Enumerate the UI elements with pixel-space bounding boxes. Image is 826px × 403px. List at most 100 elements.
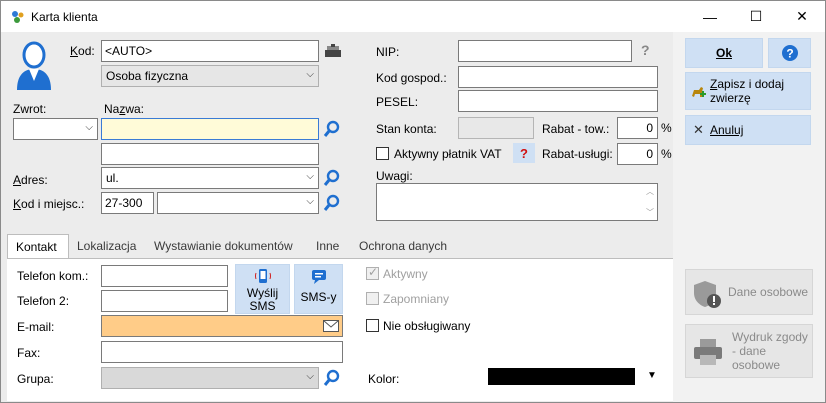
miejscowosc-select[interactable]: ⌵ bbox=[157, 192, 319, 214]
zapomniany-checkbox bbox=[366, 292, 379, 305]
telefon2-label: Telefon 2: bbox=[17, 294, 70, 308]
kod-input[interactable]: <AUTO> bbox=[101, 40, 319, 62]
nazwa-label: Nazwa: bbox=[104, 102, 145, 116]
title-bar: Karta klienta — ☐ ✕ bbox=[1, 1, 825, 32]
maximize-button[interactable]: ☐ bbox=[733, 1, 779, 32]
fax-input[interactable] bbox=[101, 341, 343, 363]
help-icon: ? bbox=[781, 45, 798, 61]
minimize-icon: — bbox=[703, 8, 717, 25]
maximize-icon: ☐ bbox=[749, 8, 763, 24]
kolor-dropdown-arrow-icon[interactable]: ▼ bbox=[647, 370, 657, 381]
client-card-window: Karta klienta — ☐ ✕ Kod: <AUTO> Osoba fi… bbox=[0, 0, 826, 403]
nazwa-line2-input[interactable] bbox=[101, 143, 319, 165]
svg-text:?: ? bbox=[786, 47, 793, 61]
client-type-value: Osoba fizyczna bbox=[106, 69, 189, 83]
search-nazwa-button[interactable] bbox=[321, 118, 343, 140]
close-icon: ✕ bbox=[693, 122, 704, 137]
save-add-animal-button[interactable]: Zapisz i dodaj zwierzę bbox=[685, 72, 811, 110]
search-grupa-button[interactable] bbox=[321, 367, 343, 389]
grupa-label: Grupa: bbox=[17, 372, 54, 386]
send-sms-button[interactable]: Wyślij SMS bbox=[235, 264, 290, 314]
envelope-icon[interactable] bbox=[323, 320, 339, 332]
shield-alert-icon bbox=[694, 281, 721, 308]
sms-list-button[interactable]: SMS-y bbox=[294, 264, 343, 314]
pesel-input[interactable] bbox=[458, 90, 658, 112]
search-icon bbox=[323, 194, 340, 211]
uwagi-label: Uwagi: bbox=[376, 169, 413, 183]
adres-select[interactable]: ul. ⌵ bbox=[101, 167, 319, 189]
client-type-select[interactable]: Osoba fizyczna ⌵ bbox=[101, 65, 319, 87]
vat-label: Aktywny płatnik VAT bbox=[394, 147, 502, 161]
kod-pocztowy-input[interactable]: 27-300 bbox=[101, 192, 154, 214]
dog-add-icon bbox=[692, 87, 706, 97]
kod-gospod-input[interactable] bbox=[458, 66, 658, 88]
email-label: E-mail: bbox=[17, 320, 55, 334]
search-miejsc-button[interactable] bbox=[321, 192, 343, 214]
chevron-down-icon: ⌵ bbox=[85, 122, 93, 133]
tab-lokalizacja[interactable]: Lokalizacja bbox=[69, 234, 144, 259]
kod-label: Kod: bbox=[70, 44, 95, 58]
nieobslugiwany-label: Nie obsługiwany bbox=[383, 319, 471, 333]
chevron-down-icon: ⌵ bbox=[306, 69, 314, 80]
rabat-usl-input[interactable]: 0 bbox=[617, 143, 658, 165]
stan-konta-input bbox=[458, 117, 534, 139]
adres-value: ul. bbox=[106, 171, 119, 185]
scroll-up-icon[interactable]: ︿ bbox=[646, 186, 654, 197]
vat-help-button[interactable]: ? bbox=[513, 143, 535, 163]
send-sms-label: Wyślij SMS bbox=[246, 286, 279, 313]
grupa-select[interactable]: ⌵ bbox=[101, 367, 319, 389]
help-icon: ? bbox=[520, 145, 528, 161]
printer-icon bbox=[694, 339, 722, 365]
nieobslugiwany-checkbox[interactable] bbox=[366, 319, 379, 332]
fax-label: Fax: bbox=[17, 346, 41, 360]
rabat-tow-input[interactable]: 0 bbox=[617, 117, 658, 139]
search-icon bbox=[323, 120, 340, 137]
zwrot-label: Zwrot: bbox=[13, 102, 47, 116]
tab-ochrona-danych[interactable]: Ochrona danych bbox=[351, 234, 455, 259]
help-button[interactable]: ? bbox=[768, 38, 811, 68]
close-button[interactable]: ✕ bbox=[779, 1, 825, 32]
tab-wystawianie-dokumentow[interactable]: Wystawianie dokumentów bbox=[146, 234, 301, 259]
telefon2-input[interactable] bbox=[101, 290, 228, 312]
cancel-button[interactable]: ✕ Anuluj bbox=[685, 115, 811, 145]
rabat-tow-label: Rabat - tow.: bbox=[542, 122, 610, 136]
vat-checkbox[interactable] bbox=[376, 147, 389, 160]
kolor-swatch[interactable] bbox=[488, 368, 635, 385]
email-input[interactable] bbox=[101, 315, 343, 337]
nip-label: NIP: bbox=[376, 45, 400, 59]
search-adres-button[interactable] bbox=[321, 167, 343, 189]
aktywny-label: Aktywny bbox=[383, 267, 428, 281]
save-add-label: Zapisz i dodaj zwierzę bbox=[710, 77, 785, 105]
tab-inne[interactable]: Inne bbox=[308, 234, 347, 259]
close-icon: ✕ bbox=[796, 8, 808, 24]
rabat-usl-percent: % bbox=[661, 147, 672, 161]
adres-label: Adres: bbox=[13, 173, 48, 187]
chevron-down-icon: ⌵ bbox=[306, 371, 314, 382]
nip-help-icon[interactable]: ? bbox=[641, 42, 650, 58]
nip-input[interactable] bbox=[458, 40, 632, 62]
zapomniany-label: Zapomniany bbox=[383, 292, 450, 306]
avatar-icon bbox=[17, 41, 51, 90]
kod-miejsc-label: Kod i miejsc.: bbox=[13, 197, 85, 211]
minimize-button[interactable]: — bbox=[687, 1, 733, 32]
telefon-kom-input[interactable] bbox=[101, 265, 228, 287]
scanner-button[interactable] bbox=[321, 40, 345, 62]
aktywny-checkbox: ✓ bbox=[366, 265, 379, 280]
scanner-icon bbox=[325, 44, 341, 57]
print-consent-label: Wydruk zgody - dane osobowe bbox=[732, 330, 808, 372]
ok-button[interactable]: Ok bbox=[685, 38, 763, 68]
window-title: Karta klienta bbox=[31, 10, 98, 24]
chevron-down-icon: ⌵ bbox=[306, 196, 314, 207]
sms-list-icon bbox=[311, 270, 326, 284]
zwrot-select[interactable]: ⌵ bbox=[13, 118, 98, 140]
nazwa-input[interactable] bbox=[101, 118, 319, 140]
search-icon bbox=[323, 369, 340, 386]
scroll-down-icon[interactable]: ﹀ bbox=[646, 207, 654, 218]
kolor-label: Kolor: bbox=[368, 372, 400, 386]
tab-kontakt[interactable]: Kontakt bbox=[7, 234, 69, 259]
app-logo-icon bbox=[12, 11, 24, 23]
uwagi-textarea[interactable]: ︿ ﹀ bbox=[376, 183, 658, 221]
kod-gospod-label: Kod gospod.: bbox=[376, 71, 447, 85]
pesel-label: PESEL: bbox=[376, 95, 419, 109]
sms-list-label: SMS-y bbox=[300, 290, 337, 304]
